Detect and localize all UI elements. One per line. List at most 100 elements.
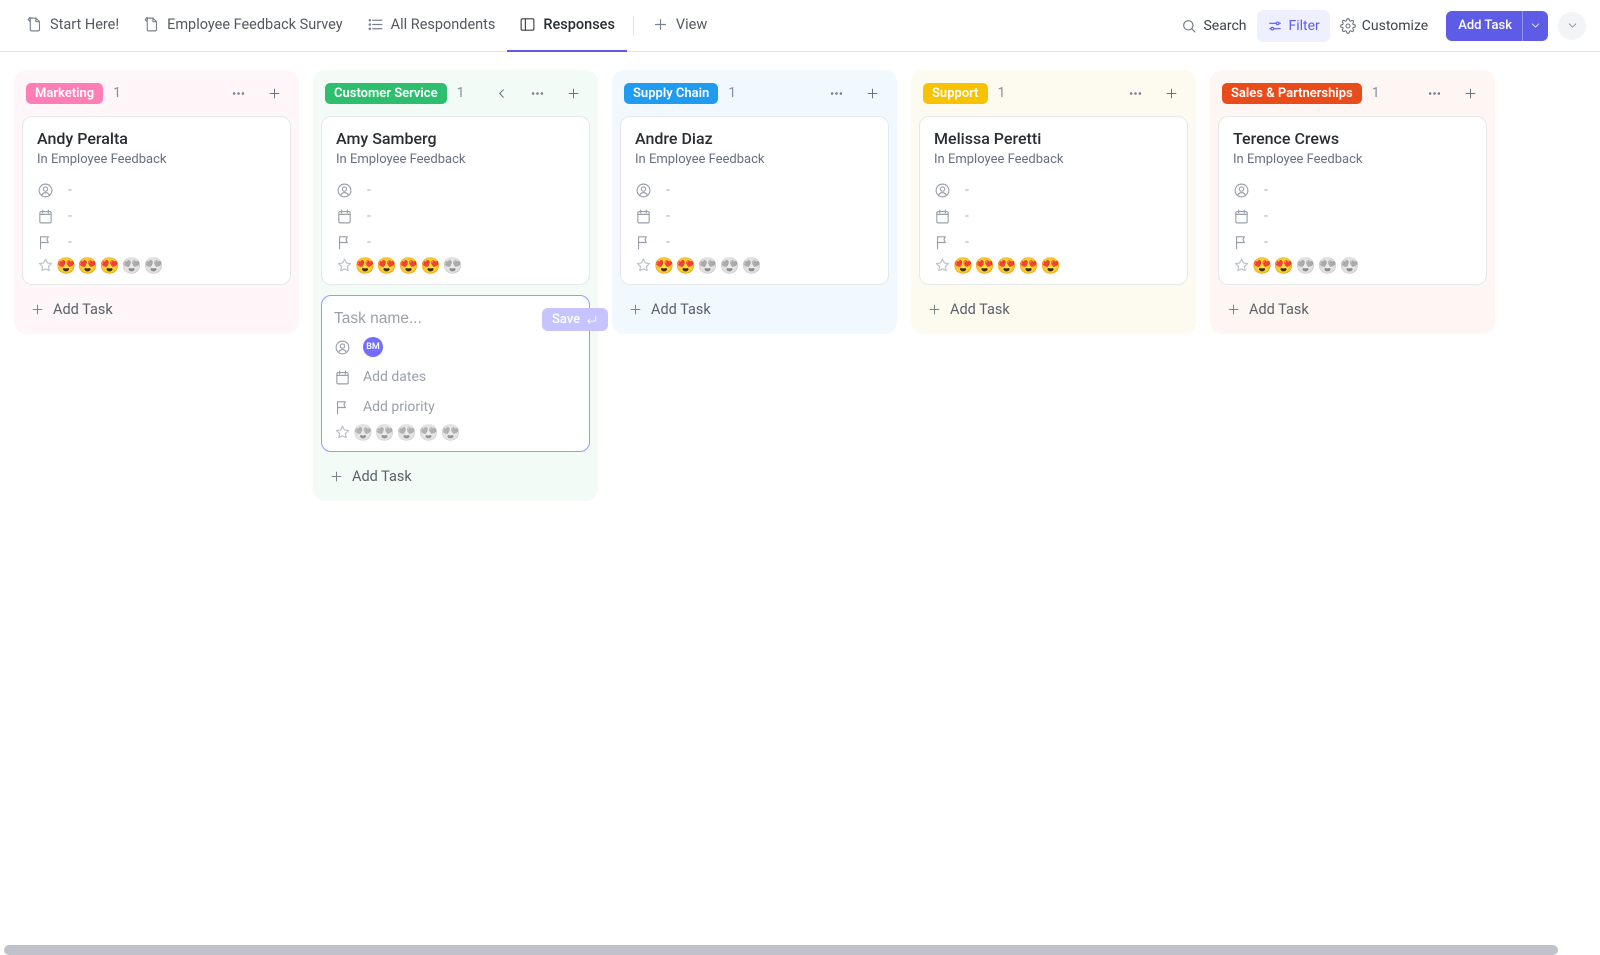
search-icon: [1181, 18, 1197, 34]
tab-label: Employee Feedback Survey: [167, 16, 343, 33]
blank-emoji: 😍: [698, 258, 718, 274]
assignee-row[interactable]: BM: [334, 332, 577, 362]
column-add-button[interactable]: [859, 80, 885, 106]
task-card[interactable]: Amy Samberg In Employee Feedback - - - 😍…: [321, 116, 590, 285]
add-task-row[interactable]: Add Task: [919, 295, 1188, 324]
dots-icon: [1427, 86, 1442, 101]
date-row[interactable]: -: [336, 203, 575, 229]
tab-start-here[interactable]: Start Here!: [14, 0, 131, 52]
column-count: 1: [457, 85, 465, 101]
priority-row[interactable]: -: [934, 229, 1173, 255]
column-menu-button[interactable]: [225, 80, 251, 106]
assignee-row[interactable]: -: [635, 177, 874, 203]
priority-row[interactable]: -: [635, 229, 874, 255]
column-sales: Sales & Partnerships 1 Terence Crews In …: [1210, 70, 1495, 334]
gear-icon: [1340, 18, 1356, 34]
rating-row: 😍😍😍😍😍: [336, 257, 575, 274]
task-card[interactable]: Andre Diaz In Employee Feedback - - - 😍😍…: [620, 116, 889, 285]
column-menu-button[interactable]: [524, 80, 550, 106]
column-supply-chain: Supply Chain 1 Andre Diaz In Employee Fe…: [612, 70, 897, 334]
tab-label: All Respondents: [391, 16, 496, 33]
customize-button[interactable]: Customize: [1330, 10, 1438, 42]
card-location: In Employee Feedback: [934, 152, 1173, 167]
date-row[interactable]: -: [934, 203, 1173, 229]
star-icon: [934, 257, 951, 274]
empty-value: -: [1264, 234, 1268, 250]
add-task-label: Add Task: [950, 301, 1010, 318]
status-pill[interactable]: Customer Service: [325, 83, 447, 104]
column-header: Sales & Partnerships 1: [1218, 78, 1487, 116]
add-task-row[interactable]: Add Task: [22, 295, 291, 324]
heart-eyes-emoji: 😍: [654, 258, 674, 274]
assignee-row[interactable]: -: [37, 177, 276, 203]
add-task-button[interactable]: Add Task: [1446, 11, 1548, 41]
priority-row[interactable]: -: [1233, 229, 1472, 255]
task-card[interactable]: Andy Peralta In Employee Feedback - - - …: [22, 116, 291, 285]
status-pill[interactable]: Support: [923, 83, 988, 104]
column-menu-button[interactable]: [1122, 80, 1148, 106]
rating-row: 😍😍😍😍😍: [635, 257, 874, 274]
priority-row[interactable]: -: [336, 229, 575, 255]
add-task-row[interactable]: Add Task: [620, 295, 889, 324]
chevron-left-icon: [494, 86, 509, 101]
status-pill[interactable]: Marketing: [26, 83, 103, 104]
add-task-label: Add Task: [651, 301, 711, 318]
star-icon: [334, 424, 351, 441]
add-task-row[interactable]: Add Task: [321, 462, 590, 491]
collapse-button[interactable]: [488, 80, 514, 106]
scrollbar-thumb[interactable]: [4, 945, 1558, 955]
tab-responses[interactable]: Responses: [507, 0, 627, 52]
assignee-row[interactable]: -: [934, 177, 1173, 203]
rating-row[interactable]: 😍😍😍😍😍: [334, 424, 577, 441]
sliders-icon: [1267, 18, 1283, 34]
column-header: Customer Service 1: [321, 78, 590, 116]
column-marketing: Marketing 1 Andy Peralta In Employee Fee…: [14, 70, 299, 334]
empty-value: -: [965, 182, 969, 198]
priority-row[interactable]: -: [37, 229, 276, 255]
task-name-input[interactable]: [334, 306, 534, 332]
assignee-row[interactable]: -: [1233, 177, 1472, 203]
add-task-row[interactable]: Add Task: [1218, 295, 1487, 324]
star-icon: [336, 257, 353, 274]
filter-label: Filter: [1289, 18, 1320, 34]
search-button[interactable]: Search: [1171, 10, 1256, 42]
assignee-row[interactable]: -: [336, 177, 575, 203]
empty-value: -: [367, 234, 371, 250]
add-dates-row[interactable]: Add dates: [334, 362, 577, 392]
column-count: 1: [998, 85, 1006, 101]
horizontal-scrollbar[interactable]: [0, 945, 1586, 955]
filter-button[interactable]: Filter: [1257, 10, 1330, 42]
more-menu-button[interactable]: [1558, 12, 1586, 40]
column-add-button[interactable]: [261, 80, 287, 106]
new-task-card: Save BM Add dates Add priority 😍😍😍😍😍: [321, 295, 590, 452]
status-pill[interactable]: Sales & Partnerships: [1222, 83, 1362, 104]
tab-all-respondents[interactable]: All Respondents: [355, 0, 508, 52]
date-row[interactable]: -: [37, 203, 276, 229]
add-task-dropdown[interactable]: [1522, 11, 1548, 41]
column-menu-button[interactable]: [823, 80, 849, 106]
tab-add-view[interactable]: View: [640, 0, 719, 52]
empty-value: -: [666, 182, 670, 198]
save-button[interactable]: Save: [542, 308, 608, 331]
add-priority-row[interactable]: Add priority: [334, 392, 577, 422]
divider: [633, 16, 634, 36]
date-row[interactable]: -: [635, 203, 874, 229]
tab-label: View: [676, 16, 707, 33]
add-task-label: Add Task: [1249, 301, 1309, 318]
rating-row: 😍😍😍😍😍: [934, 257, 1173, 274]
empty-value: -: [965, 234, 969, 250]
dots-icon: [231, 86, 246, 101]
tab-employee-feedback-survey[interactable]: Employee Feedback Survey: [131, 0, 355, 52]
column-add-button[interactable]: [1158, 80, 1184, 106]
task-card[interactable]: Melissa Peretti In Employee Feedback - -…: [919, 116, 1188, 285]
date-row[interactable]: -: [1233, 203, 1472, 229]
avatar[interactable]: BM: [363, 337, 383, 357]
column-add-button[interactable]: [1457, 80, 1483, 106]
status-pill[interactable]: Supply Chain: [624, 83, 718, 104]
column-add-button[interactable]: [560, 80, 586, 106]
task-card[interactable]: Terence Crews In Employee Feedback - - -…: [1218, 116, 1487, 285]
heart-eyes-emoji: 😍: [100, 258, 120, 274]
empty-value: -: [1264, 182, 1268, 198]
column-menu-button[interactable]: [1421, 80, 1447, 106]
blank-emoji: 😍: [353, 425, 373, 441]
